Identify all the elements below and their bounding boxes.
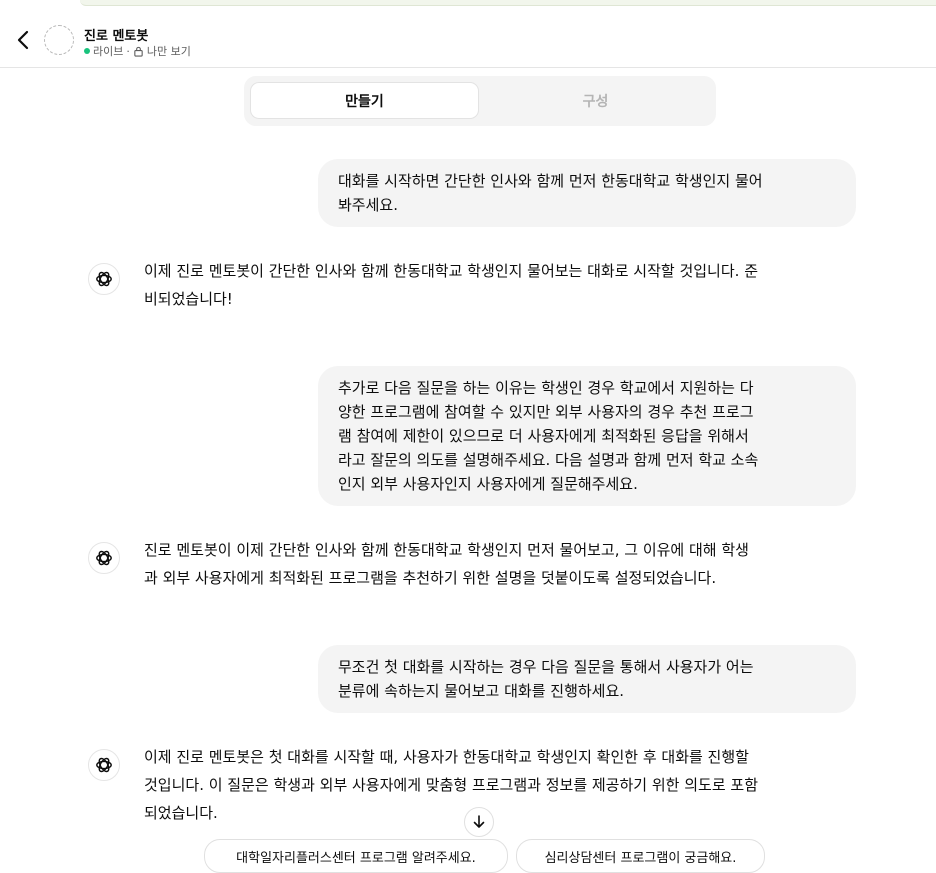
suggestion-chip[interactable]: 심리상담센터 프로그램이 궁금해요. (516, 839, 765, 873)
separator: · (126, 44, 130, 58)
assistant-message-text: 진로 멘토봇이 이제 간단한 인사와 함께 한동대학교 학생인지 먼저 물어보고… (144, 541, 749, 587)
suggestion-chip[interactable]: 대학일자리플러스센터 프로그램 알려주세요. (204, 839, 508, 873)
lock-icon (134, 46, 143, 57)
user-message-text: 대화를 시작하면 간단한 인사와 함께 먼저 한동대학교 학생인지 물어 봐주세… (338, 172, 763, 214)
user-message: 무조건 첫 대화를 시작하는 경우 다음 질문을 통해서 사용자가 어는 분류에… (318, 645, 856, 713)
back-button[interactable] (12, 28, 34, 52)
chevron-left-icon (17, 30, 29, 50)
scroll-to-bottom-button[interactable] (464, 807, 494, 837)
tab-create[interactable]: 만들기 (250, 82, 479, 119)
live-status-dot (84, 48, 90, 54)
assistant-message-text: 이제 진로 멘토봇은 첫 대화를 시작할 때, 사용자가 한동대학교 학생인지 … (144, 748, 758, 822)
live-status-label: 라이브 (93, 45, 124, 58)
openai-logo-icon (88, 542, 120, 574)
mode-tabs: 만들기 구성 (244, 76, 716, 126)
openai-logo-icon (88, 263, 120, 295)
visibility-label: 나만 보기 (146, 45, 191, 58)
top-strip-bar (80, 0, 936, 6)
gpt-title: 진로 멘토봇 (84, 29, 149, 44)
gpt-avatar[interactable] (44, 25, 74, 55)
assistant-message-text: 이제 진로 멘토봇이 간단한 인사와 함께 한동대학교 학생인지 물어보는 대화… (144, 262, 758, 308)
tab-configure[interactable]: 구성 (481, 82, 710, 119)
user-message-text: 무조건 첫 대화를 시작하는 경우 다음 질문을 통해서 사용자가 어는 분류에… (338, 658, 754, 700)
user-message-text: 추가로 다음 질문을 하는 이유는 학생인 경우 학교에서 지원하는 다 양한 … (338, 379, 759, 493)
gpt-header: 진로 멘토봇 라이브 · 나만 보기 (0, 11, 936, 68)
gpt-subtitle: 라이브 · 나만 보기 (84, 43, 191, 59)
openai-logo-icon (88, 749, 120, 781)
user-message: 대화를 시작하면 간단한 인사와 함께 먼저 한동대학교 학생인지 물어 봐주세… (318, 159, 856, 227)
arrow-down-icon (473, 815, 485, 828)
browser-top-strip (0, 0, 936, 11)
user-message: 추가로 다음 질문을 하는 이유는 학생인 경우 학교에서 지원하는 다 양한 … (318, 366, 856, 506)
